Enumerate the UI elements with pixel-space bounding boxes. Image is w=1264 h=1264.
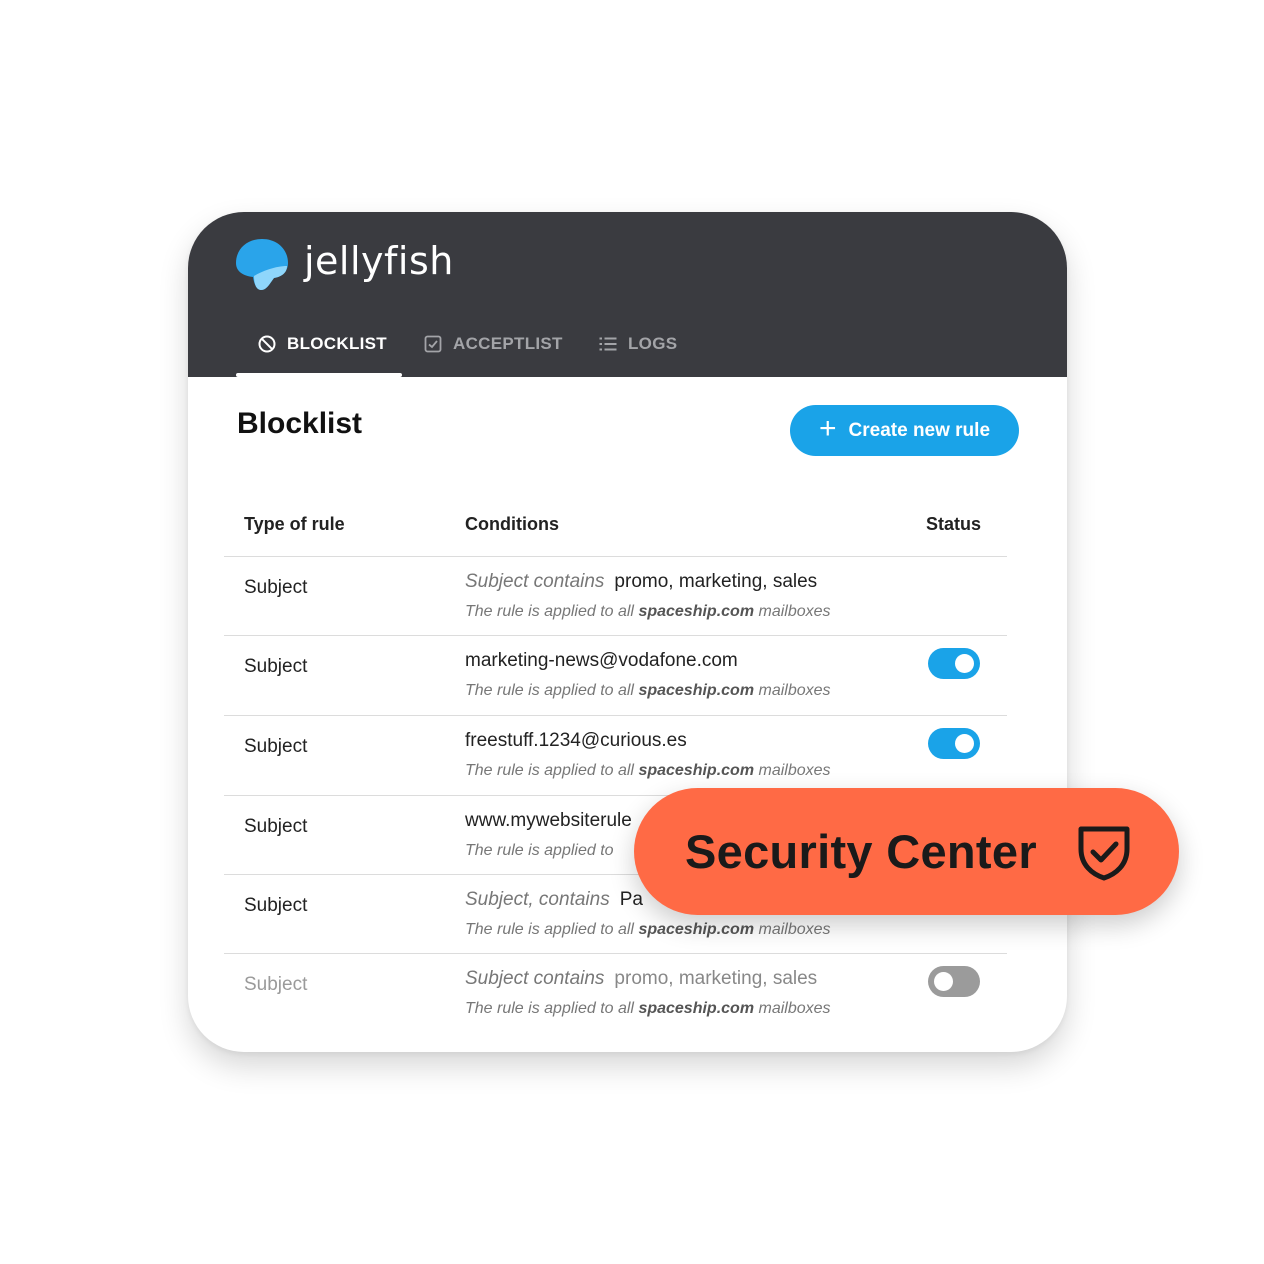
rule-condition: freestuff.1234@curious.es — [465, 730, 687, 752]
create-new-rule-button[interactable]: + Create new rule — [790, 405, 1019, 456]
tab-blocklist[interactable]: BLOCKLIST — [257, 320, 387, 368]
note-suffix: mailboxes — [758, 603, 831, 620]
status-toggle[interactable] — [928, 648, 980, 679]
tab-acceptlist[interactable]: ACCEPTLIST — [423, 320, 563, 368]
note-prefix: The rule is applied to all — [465, 921, 634, 938]
rule-scope-note: The rule is applied to all spaceship.com… — [465, 762, 831, 780]
note-prefix: The rule is applied to all — [465, 682, 634, 699]
note-suffix: mailboxes — [758, 762, 831, 779]
note-prefix: The rule is applied to all — [465, 603, 634, 620]
column-header-type: Type of rule — [244, 514, 345, 534]
condition-prefix: Subject contains — [465, 571, 605, 592]
table-row[interactable]: Subject Subject contains promo, marketing… — [224, 557, 1007, 636]
create-new-rule-label: Create new rule — [848, 419, 991, 441]
tab-blocklist-label: BLOCKLIST — [287, 334, 387, 353]
block-icon — [258, 335, 276, 353]
rule-scope-note: The rule is applied to all spaceship.com… — [465, 1000, 831, 1018]
note-suffix: mailboxes — [758, 682, 831, 699]
condition-prefix: Subject, contains — [465, 889, 610, 910]
rule-condition: Subject, contains Pa — [465, 889, 643, 911]
note-domain: spaceship.com — [638, 762, 755, 779]
rule-scope-note: The rule is applied to all spaceship.com… — [465, 682, 831, 700]
jellyfish-logo-icon — [236, 239, 288, 290]
plus-icon: + — [818, 412, 837, 445]
page-title: Blocklist — [237, 407, 363, 440]
condition-prefix: Subject contains — [465, 968, 605, 989]
rule-type: Subject — [244, 577, 308, 598]
checkbox-icon — [424, 335, 442, 353]
condition-value: promo, marketing, sales — [614, 968, 818, 989]
note-prefix: The rule is applied to all — [465, 762, 634, 779]
condition-value: marketing-news@vodafone.com — [465, 650, 738, 671]
rule-type: Subject — [244, 656, 308, 677]
app-window: jellyfish BLOCKLIST ACCEPTLIST LOGS Bloc… — [188, 212, 1067, 1052]
toggle-knob — [955, 734, 974, 753]
note-domain: spaceship.com — [638, 921, 755, 938]
note-prefix: The rule is applied to all — [465, 1000, 634, 1017]
note-domain: spaceship.com — [638, 1000, 755, 1017]
note-suffix: mailboxes — [758, 1000, 831, 1017]
security-center-badge: Security Center — [634, 788, 1179, 915]
condition-value: promo, marketing, sales — [614, 571, 818, 592]
condition-value: Pa — [619, 889, 643, 910]
brand-name: jellyfish — [304, 239, 454, 283]
column-header-status: Status — [926, 514, 982, 534]
condition-value: www.mywebsiterule — [465, 810, 632, 831]
status-toggle[interactable] — [928, 728, 980, 759]
rule-type: Subject — [244, 974, 308, 995]
toggle-knob — [955, 654, 974, 673]
tab-logs-label: LOGS — [628, 334, 678, 353]
rule-type: Subject — [244, 816, 308, 837]
note-domain: spaceship.com — [638, 682, 755, 699]
rule-condition: marketing-news@vodafone.com — [465, 650, 738, 672]
table-row[interactable]: Subject Subject contains promo, marketing… — [224, 954, 1007, 1033]
rule-scope-note: The rule is applied to — [465, 842, 614, 860]
note-suffix: mailboxes — [758, 921, 831, 938]
note-prefix: The rule is applied to — [465, 842, 614, 859]
table-row[interactable]: Subject marketing-news@vodafone.com The … — [224, 636, 1007, 715]
table-row[interactable]: Subject freestuff.1234@curious.es The ru… — [224, 716, 1007, 795]
rule-scope-note: The rule is applied to all spaceship.com… — [465, 921, 831, 939]
shield-check-icon — [1078, 826, 1130, 881]
rule-scope-note: The rule is applied to all spaceship.com… — [465, 603, 831, 621]
rule-type: Subject — [244, 736, 308, 757]
tab-acceptlist-label: ACCEPTLIST — [453, 334, 563, 353]
rule-condition: Subject contains promo, marketing, sales — [465, 571, 817, 593]
rule-condition: Subject contains promo, marketing, sales — [465, 968, 817, 990]
security-center-label: Security Center — [685, 825, 1037, 878]
toggle-knob — [934, 972, 953, 991]
rule-type: Subject — [244, 895, 308, 916]
app-header: jellyfish BLOCKLIST ACCEPTLIST LOGS — [188, 212, 1067, 377]
active-tab-indicator — [236, 373, 402, 377]
column-header-conditions: Conditions — [465, 514, 559, 534]
status-toggle[interactable] — [928, 966, 980, 997]
rule-condition: www.mywebsiterule — [465, 810, 632, 832]
note-domain: spaceship.com — [638, 603, 755, 620]
condition-value: freestuff.1234@curious.es — [465, 730, 687, 751]
tab-logs[interactable]: LOGS — [598, 320, 677, 368]
list-icon — [599, 337, 617, 351]
